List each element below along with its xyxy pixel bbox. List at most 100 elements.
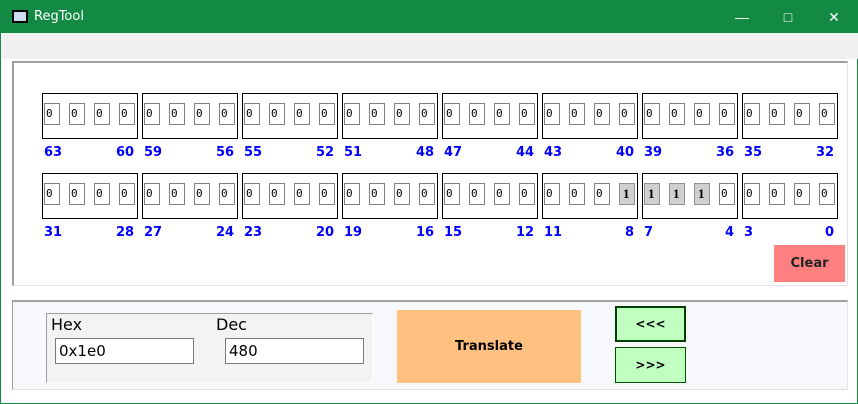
- bit-toggle[interactable]: 0: [244, 103, 260, 125]
- bit-toggle[interactable]: 0: [544, 183, 560, 205]
- bit-toggle[interactable]: 0: [219, 103, 235, 125]
- window-title: RegTool: [34, 9, 84, 24]
- bit-toggle[interactable]: 0: [519, 183, 535, 205]
- bit-toggle[interactable]: 0: [394, 103, 410, 125]
- bit-toggle[interactable]: 0: [594, 103, 610, 125]
- bit-toggle[interactable]: 0: [444, 183, 460, 205]
- bit-toggle[interactable]: 0: [569, 183, 585, 205]
- bit-group: 0000: [442, 93, 538, 139]
- bit-index-low: 56: [216, 145, 235, 160]
- bit-toggle[interactable]: 1: [694, 183, 710, 205]
- bit-group: 0000: [742, 93, 838, 139]
- bit-toggle[interactable]: 0: [144, 103, 160, 125]
- bit-toggle[interactable]: 0: [44, 183, 60, 205]
- bit-group: 0000: [342, 173, 438, 219]
- bit-index-low: 32: [816, 145, 835, 160]
- bit-toggle[interactable]: 0: [319, 103, 335, 125]
- bit-toggle[interactable]: 0: [44, 103, 60, 125]
- maximize-icon: □: [783, 9, 793, 25]
- bit-toggle[interactable]: 0: [419, 103, 435, 125]
- close-icon: ✕: [828, 9, 840, 25]
- bit-group: 0000: [242, 93, 338, 139]
- bit-toggle[interactable]: 1: [619, 183, 635, 205]
- bit-toggle[interactable]: 0: [219, 183, 235, 205]
- bit-toggle[interactable]: 0: [544, 103, 560, 125]
- bit-toggle[interactable]: 0: [444, 103, 460, 125]
- bit-toggle[interactable]: 0: [494, 183, 510, 205]
- bit-toggle[interactable]: 0: [794, 183, 810, 205]
- maximize-button[interactable]: □: [765, 1, 811, 33]
- bit-index-low: 24: [216, 225, 235, 240]
- bit-toggle[interactable]: 0: [769, 183, 785, 205]
- bit-toggle[interactable]: 0: [669, 103, 685, 125]
- bit-toggle[interactable]: 0: [644, 103, 660, 125]
- bit-index-low: 48: [416, 145, 435, 160]
- clear-button[interactable]: Clear: [774, 245, 845, 282]
- bit-group: 0000: [42, 173, 138, 219]
- bit-index-low: 16: [416, 225, 435, 240]
- bit-index-high: 39: [644, 145, 663, 160]
- bit-toggle[interactable]: 0: [169, 183, 185, 205]
- bit-index-low: 0: [825, 225, 835, 240]
- bit-toggle[interactable]: 0: [344, 103, 360, 125]
- hex-input[interactable]: [55, 338, 194, 364]
- bit-toggle[interactable]: 0: [394, 183, 410, 205]
- bit-toggle[interactable]: 0: [69, 183, 85, 205]
- bit-toggle[interactable]: 0: [294, 183, 310, 205]
- shift-right-button[interactable]: >>>: [615, 347, 686, 383]
- app-icon: [12, 10, 28, 23]
- bit-toggle[interactable]: 0: [694, 103, 710, 125]
- dec-label: Dec: [216, 315, 247, 334]
- translate-button[interactable]: Translate: [397, 310, 581, 383]
- bit-toggle[interactable]: 0: [769, 103, 785, 125]
- bit-toggle[interactable]: 0: [144, 183, 160, 205]
- bit-toggle[interactable]: 0: [519, 103, 535, 125]
- bit-toggle[interactable]: 0: [719, 183, 735, 205]
- bit-toggle[interactable]: 0: [819, 103, 835, 125]
- bit-group: 1110: [642, 173, 738, 219]
- bit-toggle[interactable]: 0: [619, 103, 635, 125]
- bit-toggle[interactable]: 0: [469, 183, 485, 205]
- bit-toggle[interactable]: 0: [794, 103, 810, 125]
- bit-index-low: 8: [625, 225, 635, 240]
- bit-toggle[interactable]: 0: [194, 183, 210, 205]
- bit-toggle[interactable]: 0: [719, 103, 735, 125]
- bit-toggle[interactable]: 0: [569, 103, 585, 125]
- bit-group: 0000: [242, 173, 338, 219]
- bit-toggle[interactable]: 0: [494, 103, 510, 125]
- bit-toggle[interactable]: 0: [319, 183, 335, 205]
- dec-input[interactable]: [225, 338, 364, 364]
- minimize-button[interactable]: —: [719, 1, 765, 33]
- bit-toggle[interactable]: 0: [469, 103, 485, 125]
- bit-toggle[interactable]: 0: [119, 183, 135, 205]
- bit-toggle[interactable]: 0: [194, 103, 210, 125]
- bit-toggle[interactable]: 0: [594, 183, 610, 205]
- bit-index-high: 3: [744, 225, 754, 240]
- bit-toggle[interactable]: 0: [744, 103, 760, 125]
- bit-toggle[interactable]: 1: [644, 183, 660, 205]
- bit-toggle[interactable]: 0: [119, 103, 135, 125]
- bit-toggle[interactable]: 0: [369, 103, 385, 125]
- bit-toggle[interactable]: 0: [244, 183, 260, 205]
- bit-index-high: 63: [44, 145, 63, 160]
- bit-toggle[interactable]: 0: [169, 103, 185, 125]
- shift-left-button[interactable]: <<<: [615, 306, 686, 342]
- bit-toggle[interactable]: 0: [269, 183, 285, 205]
- bit-index-high: 51: [344, 145, 363, 160]
- bit-toggle[interactable]: 0: [294, 103, 310, 125]
- bit-toggle[interactable]: 0: [344, 183, 360, 205]
- bit-toggle[interactable]: 0: [94, 183, 110, 205]
- bit-toggle[interactable]: 0: [69, 103, 85, 125]
- bit-toggle[interactable]: 0: [744, 183, 760, 205]
- bit-toggle[interactable]: 0: [819, 183, 835, 205]
- bit-index-low: 52: [316, 145, 335, 160]
- bit-group: 0000: [542, 93, 638, 139]
- bit-index-high: 47: [444, 145, 463, 160]
- bit-toggle[interactable]: 0: [94, 103, 110, 125]
- bit-toggle[interactable]: 0: [369, 183, 385, 205]
- close-button[interactable]: ✕: [811, 1, 857, 33]
- bit-toggle[interactable]: 1: [669, 183, 685, 205]
- regtool-window: RegTool — □ ✕ 0 0 0 0 63 60 0 0 0 0 59 56 0 0 0 0 55 52 0 0…: [0, 0, 858, 404]
- bit-toggle[interactable]: 0: [419, 183, 435, 205]
- bit-toggle[interactable]: 0: [269, 103, 285, 125]
